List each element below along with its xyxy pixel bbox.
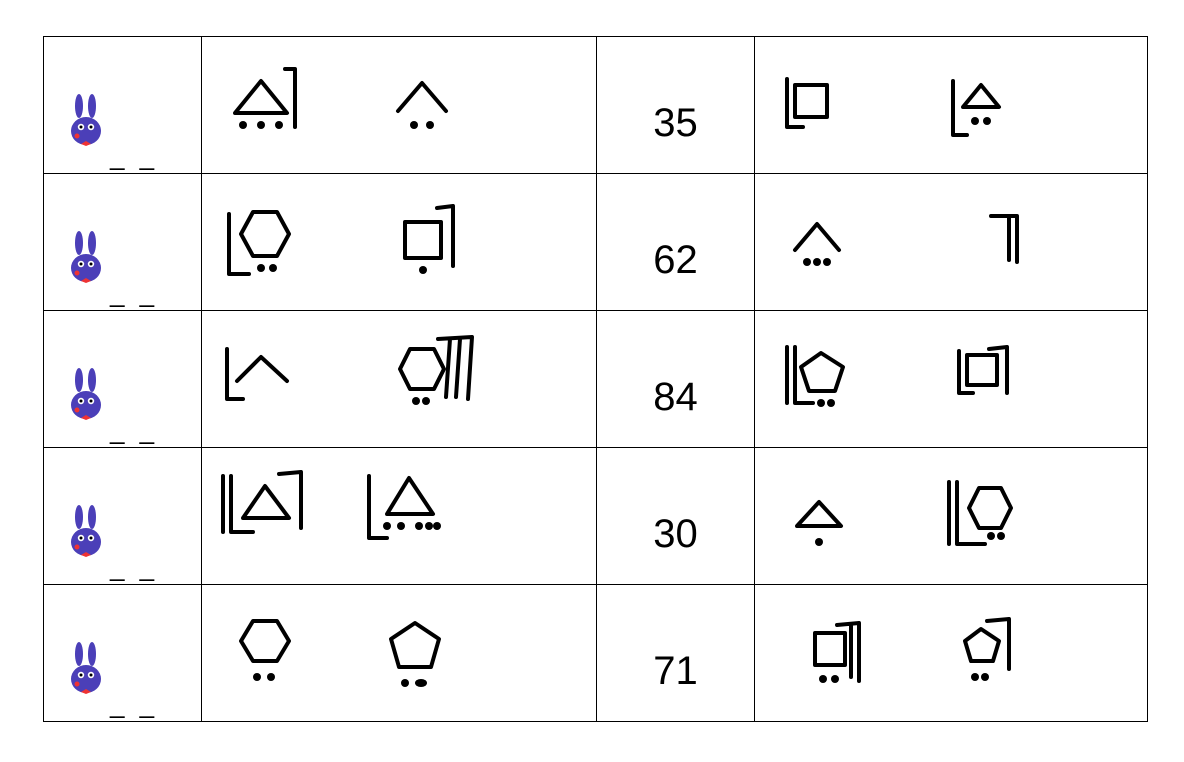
number-label: 30 [653,512,698,556]
pentagon-dots-bracket-symbol [957,617,1019,687]
answer-cell: _ _ [43,584,202,722]
answer-blanks: _ _ [110,689,159,719]
number-cell: 71 [596,584,755,722]
bunny-icon [71,94,101,146]
right-symbols-cell [754,173,1148,311]
square-dots-bracket-symbol [807,621,867,687]
chevron-dots-symbol [394,77,454,133]
number-label: 71 [653,649,698,693]
puzzle-grid: _ _ 35 _ _ 62 _ _ 84 _ _ 30 _ _ 71 [43,36,1148,722]
left-symbols-cell [201,447,597,585]
square-bracket-pair-symbol [953,345,1015,403]
table-row: _ _ 71 [43,584,1148,722]
right-symbols-cell [754,310,1148,448]
number-label: 62 [653,238,698,282]
table-row: _ _ 62 [43,173,1148,311]
chevron-bracket-symbol [223,345,295,405]
number-cell: 30 [596,447,755,585]
right-symbols-cell [754,447,1148,585]
table-row: _ _ 35 [43,36,1148,174]
pentagon-dots-symbol [385,619,449,691]
pentagon-dots-double-bracket-symbol [783,345,857,411]
left-symbols-cell [201,36,597,174]
hexagon-dots-triple-bracket-symbol [396,335,476,411]
triangle-double-bracket-symbol [219,470,309,540]
number-cell: 84 [596,310,755,448]
hexagon-dots-bracket-symbol [223,208,303,278]
answer-blanks: _ _ [110,415,159,445]
number-label: 35 [653,101,698,145]
right-symbols-cell [754,36,1148,174]
triangle-dots-bracket-symbol [363,472,447,544]
number-label: 84 [653,375,698,419]
right-symbols-cell [754,584,1148,722]
bunny-icon [71,368,101,420]
chevron-dots-symbol [791,218,851,274]
triangle-dots-bracket-symbol [231,67,301,131]
left-symbols-cell [201,584,597,722]
double-bracket-symbol [988,212,1029,268]
left-symbols-cell [201,173,597,311]
left-symbols-cell [201,310,597,448]
answer-blanks: _ _ [110,552,159,582]
triangle-dots-bracket-symbol [947,77,1011,141]
square-dot-bracket-symbol [397,204,461,278]
answer-blanks: _ _ [110,278,159,308]
answer-cell: _ _ [43,36,202,174]
hexagon-dots-double-bracket-symbol [945,478,1019,550]
table-row: _ _ 84 [43,310,1148,448]
answer-cell: _ _ [43,447,202,585]
table-row: _ _ 30 [43,447,1148,585]
bunny-icon [71,231,101,283]
square-bracket-symbol [781,77,841,137]
answer-cell: _ _ [43,173,202,311]
bunny-icon [71,642,101,694]
answer-blanks: _ _ [110,141,159,171]
answer-cell: _ _ [43,310,202,448]
triangle-dot-symbol [793,494,849,550]
hexagon-dots-symbol [235,617,299,687]
bunny-icon [71,505,101,557]
number-cell: 35 [596,36,755,174]
number-cell: 62 [596,173,755,311]
